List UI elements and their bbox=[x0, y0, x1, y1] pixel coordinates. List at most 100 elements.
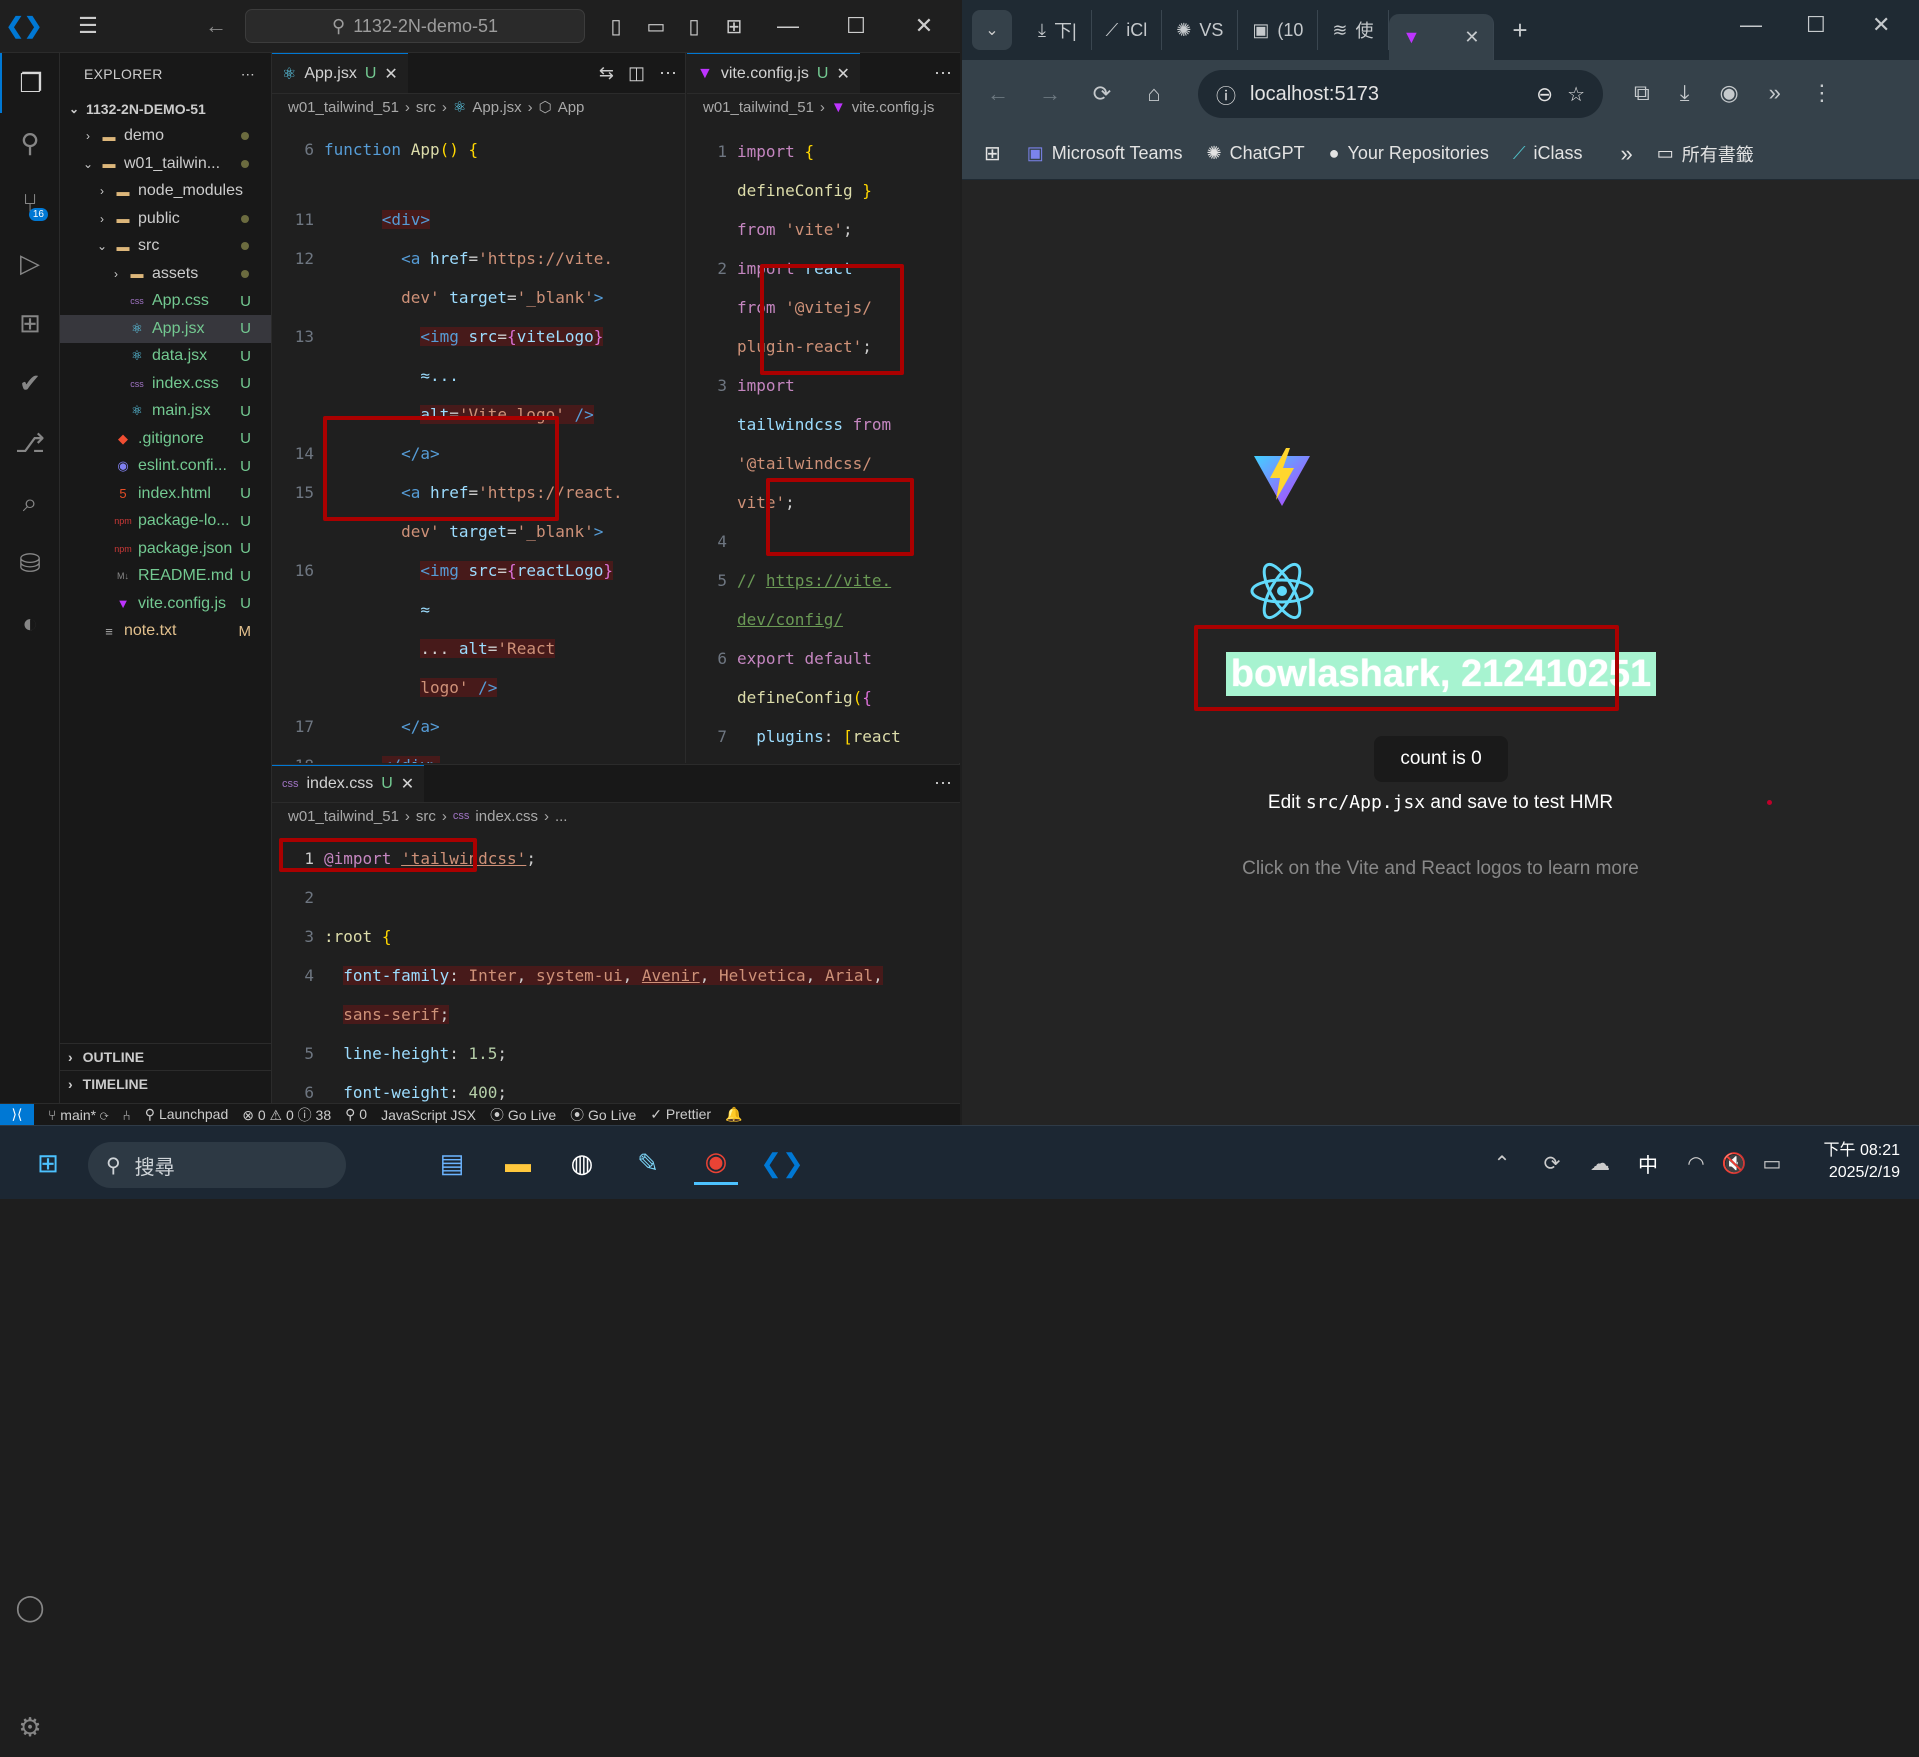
outline-section[interactable]: › OUTLINE bbox=[60, 1043, 271, 1070]
tab-search-chevron-icon[interactable]: ⌄ bbox=[972, 10, 1012, 50]
ime-indicator[interactable]: 中 bbox=[1626, 1141, 1670, 1185]
browser-tab[interactable]: ▣ (10 bbox=[1238, 10, 1319, 50]
more-bookmarks-icon[interactable]: » bbox=[1621, 141, 1633, 167]
branch-item[interactable]: ⑂ main* ⟳ bbox=[48, 1107, 108, 1123]
breadcrumb-item[interactable]: src bbox=[416, 99, 436, 116]
minimize-icon[interactable]: — bbox=[770, 8, 806, 44]
toggle-sidebar-icon[interactable]: ▯ bbox=[598, 8, 634, 44]
git-graph-icon[interactable]: ⎇ bbox=[0, 413, 60, 473]
more-tools-icon[interactable]: » bbox=[1769, 80, 1781, 106]
browser-tab[interactable]: ✺ VS bbox=[1162, 10, 1239, 50]
zoom-icon[interactable]: ⊖ bbox=[1536, 82, 1553, 107]
tree-item[interactable]: ⚛ data.jsx U bbox=[60, 343, 271, 371]
breadcrumb-item[interactable]: w01_tailwind_51 bbox=[288, 99, 399, 116]
gitlens-icon[interactable]: ◐ bbox=[0, 593, 60, 653]
chrome-icon[interactable]: ◉ bbox=[694, 1141, 738, 1185]
browser-tab[interactable]: ⟋ iCl bbox=[1092, 10, 1163, 50]
battery-icon[interactable]: ▭ bbox=[1750, 1141, 1794, 1185]
site-info-icon[interactable]: ⓘ bbox=[1216, 80, 1236, 109]
tree-item[interactable]: npm package-lo... U bbox=[60, 508, 271, 536]
tree-item[interactable]: › ▬ node_modules bbox=[60, 178, 271, 206]
tree-item[interactable]: npm package.json U bbox=[60, 535, 271, 563]
breadcrumb-item[interactable]: src bbox=[416, 808, 436, 825]
code-vite-config[interactable]: 1 import { defineConfig } from 'vite'; 2i… bbox=[687, 122, 960, 763]
address-bar[interactable]: ⓘ localhost:5173 ⊖ ☆ bbox=[1198, 70, 1603, 118]
language-mode[interactable]: JavaScript JSX bbox=[381, 1107, 476, 1123]
prettier-item[interactable]: ✓ Prettier bbox=[650, 1106, 711, 1123]
close-tab-icon[interactable]: ✕ bbox=[1464, 27, 1479, 48]
tree-item[interactable]: › ▬ assets bbox=[60, 260, 271, 288]
customize-layout-icon[interactable]: ⊞ bbox=[716, 8, 752, 44]
code-app-jsx[interactable]: 6 function App() { 11 <div> 12 <a href='h… bbox=[272, 120, 685, 763]
tree-item[interactable]: css index.css U bbox=[60, 370, 271, 398]
gitlens-status-icon[interactable]: ⑃ bbox=[122, 1107, 130, 1123]
onedrive-cloud-icon[interactable]: ☁ bbox=[1578, 1141, 1622, 1185]
more-actions-icon[interactable]: ⋯ bbox=[241, 66, 255, 83]
apps-grid-icon[interactable]: ⊞ bbox=[984, 141, 1001, 166]
home-icon[interactable]: ⌂ bbox=[1128, 81, 1180, 107]
remote-explorer-icon[interactable]: ⌕ bbox=[0, 473, 60, 533]
download-icon[interactable]: ⤓ bbox=[1680, 80, 1690, 106]
close-tab-icon[interactable]: ✕ bbox=[401, 774, 414, 794]
windows-start-icon[interactable]: ⊞ bbox=[26, 1141, 70, 1185]
tree-item[interactable]: ◉ eslint.confi... U bbox=[60, 453, 271, 481]
taskbar-search[interactable]: ⚲ 搜尋 bbox=[88, 1142, 346, 1188]
reload-icon[interactable]: ⟳ bbox=[1076, 81, 1128, 107]
sync-icon[interactable]: ⟳ bbox=[1530, 1141, 1574, 1185]
maximize-icon[interactable]: ☐ bbox=[838, 8, 874, 44]
browser-tab[interactable]: ⤓ 下| bbox=[1024, 10, 1092, 50]
tree-item[interactable]: css App.css U bbox=[60, 288, 271, 316]
source-control-icon[interactable]: ⑂ 16 bbox=[0, 173, 60, 233]
close-window-icon[interactable]: ✕ bbox=[1872, 12, 1890, 38]
close-tab-icon[interactable]: ✕ bbox=[384, 64, 397, 84]
timeline-section[interactable]: › TIMELINE bbox=[60, 1070, 271, 1097]
react-logo-icon[interactable] bbox=[1250, 562, 1314, 620]
notepad-icon[interactable]: ▤ bbox=[430, 1141, 474, 1185]
search-view-icon[interactable]: ⚲ bbox=[0, 113, 60, 173]
breadcrumb-item[interactable]: vite.config.js bbox=[852, 99, 935, 116]
all-bookmarks[interactable]: ▭ 所有書籤 bbox=[1657, 141, 1754, 167]
python-icon[interactable]: ⛁ bbox=[0, 533, 60, 593]
command-center-search[interactable]: ⚲ 1132-2N-demo-51 bbox=[245, 9, 585, 43]
explorer-icon[interactable]: ❐ bbox=[0, 53, 60, 113]
bookmark-teams[interactable]: ▣ Microsoft Teams bbox=[1027, 143, 1183, 164]
code-index-css[interactable]: 1 @import 'tailwindcss'; 2 3:root { 4 fon… bbox=[272, 829, 960, 1103]
problems-item[interactable]: ⊗ 0 ⚠ 0 ⓘ 38 bbox=[242, 1105, 331, 1125]
forward-icon[interactable]: → bbox=[1024, 81, 1076, 107]
go-live-item[interactable]: ⦿ Go Live bbox=[490, 1105, 556, 1125]
breadcrumb-item[interactable]: App.jsx bbox=[472, 99, 521, 116]
browser-tab[interactable]: ≋ 使 bbox=[1318, 10, 1389, 50]
tree-item[interactable]: M↓ README.md U bbox=[60, 563, 271, 591]
tree-item[interactable]: ⌄ ▬ src bbox=[60, 233, 271, 261]
run-debug-icon[interactable]: ▷ bbox=[0, 233, 60, 293]
ports-item[interactable]: ⚲ 0 bbox=[345, 1106, 367, 1123]
tree-item[interactable]: › ▬ demo bbox=[60, 123, 271, 151]
file-explorer-icon[interactable]: ▬ bbox=[496, 1141, 540, 1185]
vscode-taskbar-icon[interactable]: ❮❯ bbox=[760, 1141, 804, 1185]
close-tab-icon[interactable]: ✕ bbox=[836, 64, 849, 84]
compare-changes-icon[interactable]: ⇆ bbox=[599, 63, 614, 84]
app-icon[interactable]: ◍ bbox=[560, 1141, 604, 1185]
tab-app-jsx[interactable]: ⚛ App.jsx U ✕ bbox=[272, 53, 408, 93]
remote-indicator-icon[interactable]: ⟩⟨ bbox=[0, 1103, 34, 1126]
menu-icon[interactable]: ☰ bbox=[70, 8, 106, 44]
browser-tab-active[interactable]: ▼ ✕ bbox=[1388, 14, 1495, 60]
extensions-icon[interactable]: ⧉ bbox=[1634, 80, 1650, 106]
paint-icon[interactable]: ✎ bbox=[626, 1141, 670, 1185]
menu-kebab-icon[interactable]: ⋮ bbox=[1811, 80, 1833, 106]
new-tab-icon[interactable]: + bbox=[1512, 15, 1527, 46]
tree-item[interactable]: ⌄ ▬ w01_tailwin... bbox=[60, 150, 271, 178]
tab-index-css[interactable]: css index.css U ✕ bbox=[272, 765, 425, 802]
show-hidden-icons-icon[interactable]: ⌃ bbox=[1480, 1141, 1524, 1185]
breadcrumb-item[interactable]: ... bbox=[555, 808, 568, 825]
clock[interactable]: 下午 08:21 2025/2/19 bbox=[1800, 1140, 1901, 1184]
breadcrumb-item[interactable]: App bbox=[558, 99, 585, 116]
launchpad-item[interactable]: ⚲ Launchpad bbox=[145, 1106, 228, 1123]
toggle-secondary-sidebar-icon[interactable]: ▯ bbox=[676, 8, 712, 44]
workspace-root[interactable]: ⌄ 1132-2N-DEMO-51 bbox=[60, 95, 271, 123]
manage-gear-icon[interactable]: ⚙ bbox=[0, 1697, 60, 1757]
tree-item[interactable]: ◆ .gitignore U bbox=[60, 425, 271, 453]
breadcrumb-item[interactable]: w01_tailwind_51 bbox=[288, 808, 399, 825]
tree-item[interactable]: ⚛ main.jsx U bbox=[60, 398, 271, 426]
bookmark-chatgpt[interactable]: ✺ ChatGPT bbox=[1206, 143, 1304, 164]
